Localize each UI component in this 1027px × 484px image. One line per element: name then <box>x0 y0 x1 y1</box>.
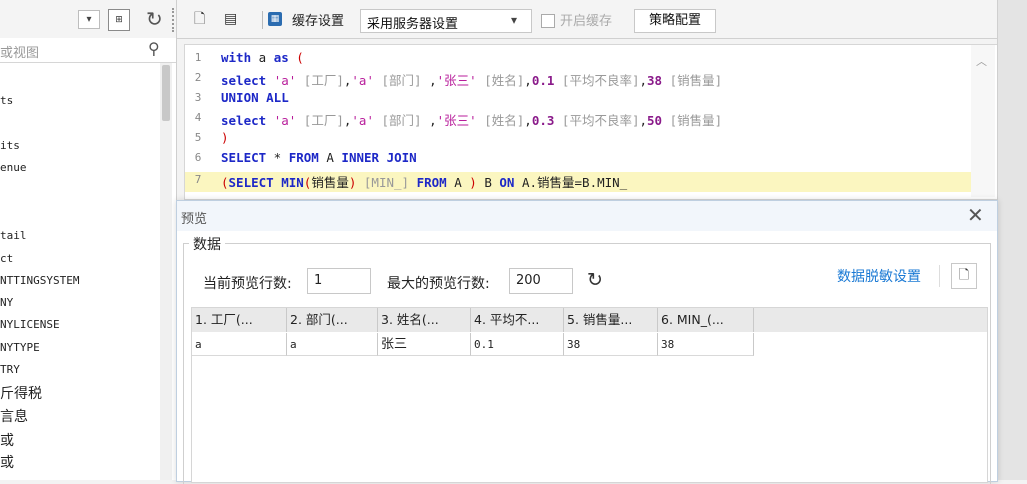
toolbar-divider <box>262 11 263 29</box>
preview-icon[interactable]: 🗋 <box>194 10 210 28</box>
editor-toolbar: 🗋 ▤ ▦ 缓存设置 采用服务器设置 ▾ 开启缓存 策略配置 <box>177 0 997 39</box>
table-cell[interactable]: 0.1 <box>471 333 564 356</box>
cache-mode-value: 采用服务器设置 <box>367 17 459 32</box>
left-panel: ▾ ⊞ ↻ 或视图 ⚲ ts its enue tail ct NTTINGSY… <box>0 0 177 480</box>
tree-item[interactable]: 言息 <box>0 406 28 426</box>
scrollbar-thumb[interactable] <box>162 65 170 121</box>
divider <box>939 265 940 287</box>
tree-item[interactable]: tail <box>0 229 27 242</box>
scroll-up-icon[interactable]: ︿ <box>976 53 987 69</box>
right-panel-edge <box>997 0 1027 480</box>
line-number: 2 <box>194 71 202 84</box>
scrollbar-track[interactable] <box>160 63 172 480</box>
code-line[interactable]: SELECT * FROM A INNER JOIN <box>221 150 417 165</box>
max-rows-input[interactable]: 200 <box>509 268 573 294</box>
code-line[interactable]: with a as ( <box>221 50 304 65</box>
search-icon[interactable]: ⚲ <box>148 39 160 58</box>
tree-item[interactable]: 或 <box>0 452 14 472</box>
tree-item[interactable]: 斤得税 <box>0 383 42 403</box>
line-number: 4 <box>194 111 202 124</box>
sql-editor[interactable]: 1 2 3 4 5 6 7 with a as ( select 'a' [工厂… <box>184 44 998 200</box>
line-number: 7 <box>194 173 202 186</box>
tree-item[interactable]: 或 <box>0 430 14 450</box>
sql-config-icon[interactable]: ⊞ <box>108 9 130 31</box>
tree-item[interactable]: NTTINGSYSTEM <box>0 274 79 287</box>
code-line[interactable]: UNION ALL <box>221 90 289 105</box>
column-header[interactable]: 6. MIN_(... <box>658 308 754 332</box>
tree-item[interactable]: ct <box>0 252 13 265</box>
export-icon[interactable]: 🗋 <box>951 263 977 289</box>
tree-item[interactable]: NYLICENSE <box>0 318 60 331</box>
dialog-title: 预览 <box>181 212 208 227</box>
enable-cache-checkbox[interactable] <box>541 14 555 28</box>
tree-item[interactable]: enue <box>0 161 27 174</box>
policy-config-button[interactable]: 策略配置 <box>634 9 716 33</box>
max-rows-label: 最大的预览行数: <box>387 276 490 292</box>
line-number: 3 <box>194 91 202 104</box>
refresh-icon[interactable]: ↻ <box>587 267 603 293</box>
search-input[interactable]: 或视图 <box>0 42 39 61</box>
table-cell[interactable]: 张三 <box>378 333 471 356</box>
chevron-down-icon[interactable]: ▾ <box>511 13 517 27</box>
code-line[interactable]: select 'a' [工厂],'a' [部门] ,'张三' [姓名],0.3 … <box>221 110 722 129</box>
table-cell[interactable]: a <box>287 333 378 356</box>
enable-cache-label: 开启缓存 <box>560 14 613 29</box>
current-rows-input[interactable]: 1 <box>307 268 371 294</box>
column-header[interactable]: 5. 销售量... <box>564 308 658 332</box>
tree-item[interactable]: its <box>0 139 20 152</box>
tree-item[interactable]: TRY <box>0 363 20 376</box>
current-rows-label: 当前预览行数: <box>203 276 292 292</box>
save-icon[interactable]: ▤ <box>224 10 240 28</box>
dialog-titlebar[interactable] <box>177 201 997 231</box>
tree-item[interactable]: NY <box>0 296 13 309</box>
code-line[interactable]: ) <box>221 130 229 145</box>
code-line[interactable]: (SELECT MIN(销售量) [MIN_] FROM A ) B ON A.… <box>221 172 627 191</box>
column-header[interactable]: 4. 平均不... <box>471 308 564 332</box>
line-number: 6 <box>194 151 202 164</box>
column-header[interactable]: 3. 姓名(... <box>378 308 471 332</box>
data-masking-settings-link[interactable]: 数据脱敏设置 <box>837 266 921 286</box>
tree-item[interactable]: ts <box>0 94 13 107</box>
table-cell[interactable]: 38 <box>564 333 658 356</box>
cache-settings-label: 缓存设置 <box>292 14 345 29</box>
search-box[interactable]: 或视图 ⚲ <box>0 38 176 63</box>
preview-dialog: 预览 ✕ 数据 当前预览行数: 1 最大的预览行数: 200 ↻ 数据脱敏设置 … <box>176 200 998 484</box>
table-cell[interactable]: 38 <box>658 333 754 356</box>
close-icon[interactable]: ✕ <box>967 204 984 226</box>
line-number: 5 <box>194 131 202 144</box>
line-number: 1 <box>194 51 202 64</box>
code-line[interactable]: select 'a' [工厂],'a' [部门] ,'张三' [姓名],0.1 … <box>221 70 722 89</box>
column-header[interactable]: 2. 部门(... <box>287 308 378 332</box>
refresh-icon[interactable]: ↻ <box>146 7 163 31</box>
chevron-down-icon[interactable]: ▾ <box>78 10 100 29</box>
table-cell[interactable]: a <box>192 333 287 356</box>
cache-mode-select[interactable]: 采用服务器设置 ▾ <box>360 9 532 33</box>
cache-icon: ▦ <box>268 12 282 26</box>
data-group-label: 数据 <box>189 234 225 254</box>
preview-grid[interactable]: 1. 工厂(... 2. 部门(... 3. 姓名(... 4. 平均不... … <box>191 307 988 483</box>
column-header[interactable]: 1. 工厂(... <box>192 308 287 332</box>
tree-item[interactable]: NYTYPE <box>0 341 40 354</box>
